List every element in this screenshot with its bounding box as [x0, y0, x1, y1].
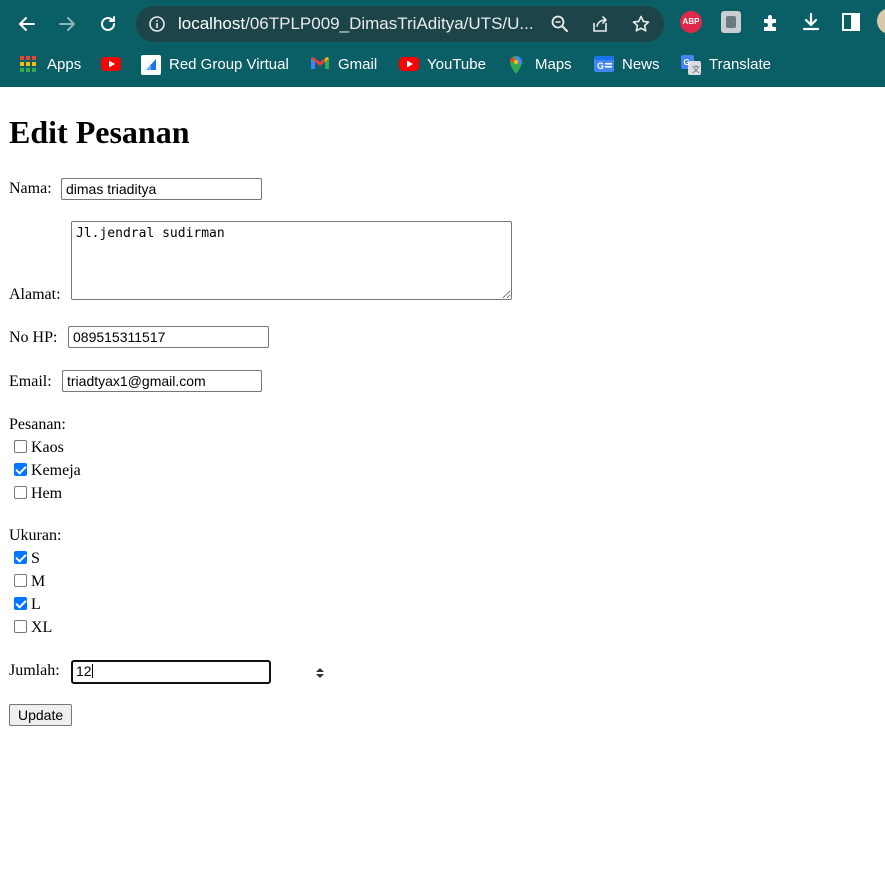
url-text[interactable]: localhost/06TPLP009_DimasTriAditya/UTS/U… [178, 14, 568, 34]
youtube-icon [101, 55, 121, 73]
checkbox-kemeja[interactable] [14, 463, 27, 476]
checkbox-size-xl[interactable] [14, 620, 27, 633]
reload-icon [101, 16, 115, 31]
bookmarks-bar: Apps Red Group Virtual Gmail YouTube Map… [0, 50, 885, 78]
svg-text:G: G [597, 61, 604, 71]
gmail-icon [310, 55, 329, 73]
address-bar[interactable]: localhost/06TPLP009_DimasTriAditya/UTS/U… [136, 6, 664, 42]
forward-button[interactable] [52, 9, 82, 39]
bookmark-label: Gmail [338, 55, 378, 73]
svg-text:G: G [684, 58, 690, 67]
nama-label: Nama: [9, 180, 52, 197]
alamat-label: Alamat: [9, 286, 61, 303]
bookmark-label: Translate [709, 55, 771, 73]
bookmark-label: YouTube [427, 55, 486, 73]
checkbox-hem[interactable] [14, 486, 27, 499]
bookmark-youtube-shortcut[interactable] [101, 52, 129, 76]
translate-icon: G文 [681, 55, 701, 75]
checkbox-size-s-label: S [31, 550, 40, 567]
site-info-icon[interactable] [148, 15, 166, 33]
checkbox-size-m-label: M [31, 573, 46, 590]
zoom-icon[interactable] [550, 14, 570, 34]
back-button[interactable] [12, 9, 42, 39]
spinner-arrows-icon[interactable] [315, 667, 325, 679]
arrow-right-icon [59, 17, 75, 31]
bookmark-label: Maps [535, 55, 572, 73]
nama-input[interactable] [61, 178, 262, 200]
puzzle-icon[interactable] [760, 11, 782, 33]
url-host: localhost [178, 14, 246, 33]
red-group-icon [141, 55, 161, 75]
alamat-textarea[interactable]: Jl.jendral sudirman [71, 221, 512, 300]
pesanan-label: Pesanan: [9, 416, 66, 433]
bookmark-gmail[interactable]: Gmail [310, 52, 377, 76]
news-icon: G [594, 55, 614, 73]
star-icon[interactable] [631, 14, 651, 34]
bookmark-label: Red Group Virtual [169, 55, 289, 73]
arrow-left-icon [19, 17, 35, 31]
browser-chrome: localhost/06TPLP009_DimasTriAditya/UTS/U… [0, 0, 885, 87]
download-icon[interactable] [800, 11, 822, 33]
checkbox-kaos[interactable] [14, 440, 27, 453]
share-icon[interactable] [590, 14, 610, 34]
reload-button[interactable] [93, 9, 123, 39]
page-title: Edit Pesanan [9, 114, 190, 150]
checkbox-size-xl-label: XL [31, 619, 53, 636]
profile-avatar[interactable] [877, 8, 885, 34]
sidepanel-icon[interactable] [840, 11, 862, 33]
bookmark-youtube[interactable]: YouTube [399, 52, 486, 76]
bookmark-red-group-virtual[interactable]: Red Group Virtual [141, 52, 289, 76]
update-button[interactable]: Update [9, 704, 73, 726]
hp-label: No HP: [9, 329, 58, 346]
email-label: Email: [9, 373, 52, 390]
youtube-icon [399, 55, 419, 73]
jumlah-number-input[interactable]: 12 [71, 660, 324, 684]
svg-text:文: 文 [692, 64, 700, 74]
checkbox-hem-label: Hem [31, 485, 63, 502]
bookmark-translate[interactable]: G文 Translate [681, 52, 771, 76]
checkbox-size-l-label: L [31, 596, 41, 613]
text-cursor [91, 664, 93, 678]
maps-pin-icon [507, 55, 525, 74]
checkbox-size-s[interactable] [14, 551, 27, 564]
email-input[interactable] [62, 370, 262, 392]
apps-grid-icon [19, 55, 37, 73]
extension-icon[interactable] [721, 11, 741, 33]
bookmark-apps[interactable]: Apps [19, 52, 81, 76]
bookmark-maps[interactable]: Maps [507, 52, 572, 76]
checkbox-size-m[interactable] [14, 574, 27, 587]
checkbox-kaos-label: Kaos [31, 439, 64, 456]
jumlah-label: Jumlah: [9, 662, 60, 679]
checkbox-size-l[interactable] [14, 597, 27, 610]
bookmark-label: Apps [47, 55, 82, 73]
url-path: /06TPLP009_DimasTriAditya/UTS/U... [245, 14, 534, 33]
checkbox-kemeja-label: Kemeja [31, 462, 81, 479]
bookmark-news[interactable]: G News [594, 52, 660, 76]
adblock-icon[interactable]: ABP [680, 11, 702, 33]
hp-input[interactable] [68, 326, 269, 348]
ukuran-label: Ukuran: [9, 527, 62, 544]
bookmark-label: News [622, 55, 660, 73]
jumlah-value: 12 [76, 663, 92, 679]
